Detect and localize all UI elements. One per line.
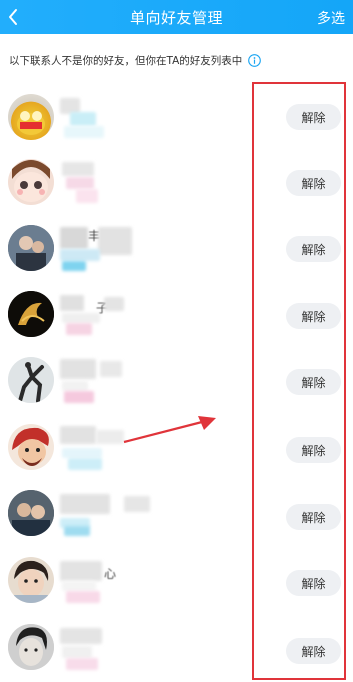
back-button[interactable]	[2, 4, 24, 30]
contact-row[interactable]: 心 解除	[0, 557, 353, 623]
avatar	[8, 291, 54, 337]
remove-button[interactable]: 解除	[286, 104, 341, 130]
info-icon[interactable]	[248, 54, 262, 67]
hint-text-row: 以下联系人不是你的好友，但你在TA的好友列表中	[9, 53, 262, 68]
avatar	[8, 159, 54, 205]
avatar	[8, 357, 54, 403]
remove-button[interactable]: 解除	[286, 369, 341, 395]
contact-row[interactable]: 解除	[0, 624, 353, 682]
contact-name: 心	[104, 567, 117, 581]
remove-button[interactable]: 解除	[286, 504, 341, 530]
contact-row[interactable]: 解除	[0, 159, 353, 225]
remove-button[interactable]: 解除	[286, 236, 341, 262]
avatar	[8, 557, 54, 603]
page-title: 单向好友管理	[129, 8, 223, 27]
header-bar: 单向好友管理 多选	[0, 0, 353, 34]
multi-select-button[interactable]: 多选	[317, 8, 345, 28]
remove-button[interactable]: 解除	[286, 570, 341, 596]
remove-button[interactable]: 解除	[286, 170, 341, 196]
remove-button[interactable]: 解除	[286, 437, 341, 463]
chevron-left-icon	[9, 9, 17, 25]
contact-row[interactable]: 解除	[0, 94, 353, 160]
avatar	[8, 94, 54, 140]
avatar	[8, 424, 54, 470]
pointer-arrow-icon	[123, 416, 216, 444]
contact-row[interactable]: 解除	[0, 490, 353, 556]
remove-button[interactable]: 解除	[286, 303, 341, 329]
avatar	[8, 490, 54, 536]
hint-text: 以下联系人不是你的好友，但你在TA的好友列表中	[9, 55, 243, 67]
remove-button[interactable]: 解除	[286, 638, 341, 664]
avatar	[8, 624, 54, 670]
avatar	[8, 225, 54, 271]
contact-row[interactable]: 子 解除	[0, 291, 353, 357]
contact-row[interactable]: 丰 解除	[0, 225, 353, 291]
